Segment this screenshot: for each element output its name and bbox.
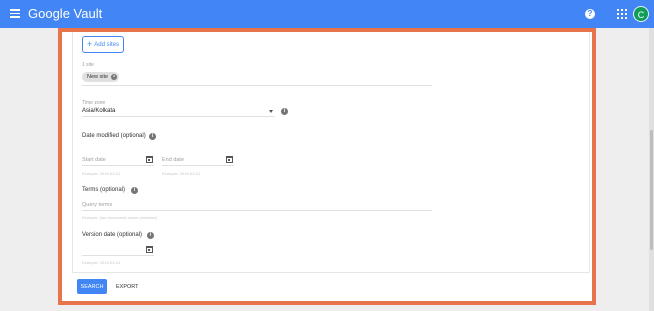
site-chip-label: New site [87, 74, 109, 80]
action-bar: SEARCH EXPORT [72, 272, 590, 301]
close-icon[interactable]: × [111, 74, 118, 80]
version-date-example: Example: 2019-03-31 [82, 260, 121, 265]
info-icon[interactable]: i [131, 187, 138, 194]
query-terms-example: Example: (tax document) minus (estimate) [82, 215, 158, 220]
terms-label: Terms (optional) [82, 187, 126, 193]
start-date-example: Example: 2019-03-01 [82, 171, 121, 176]
site-chip[interactable]: New site × [82, 72, 120, 82]
app-header: Google Vault ? C [0, 0, 654, 28]
site-count: 1 site [82, 62, 94, 68]
version-date-input[interactable] [82, 255, 154, 256]
calendar-icon[interactable] [146, 156, 153, 163]
add-sites-label: Add sites [94, 41, 119, 48]
query-terms-input[interactable]: Query terms [82, 202, 112, 208]
start-date-underline [82, 165, 154, 166]
search-form: + Add sites 1 site New site × Time zone … [72, 32, 590, 272]
help-icon[interactable]: ? [585, 9, 595, 19]
end-date-input[interactable]: End date [162, 157, 184, 163]
version-date-label: Version date (optional) [82, 232, 143, 238]
scrollbar-thumb[interactable] [650, 130, 653, 250]
start-date-input[interactable]: Start date [82, 157, 106, 163]
calendar-icon[interactable] [146, 246, 153, 253]
apps-grid-icon[interactable] [617, 9, 627, 19]
sites-divider [82, 85, 432, 86]
info-icon[interactable]: i [281, 108, 288, 115]
info-icon[interactable]: i [147, 232, 154, 239]
menu-icon[interactable] [10, 7, 22, 21]
info-icon[interactable]: i [149, 133, 156, 140]
timezone-label: Time zone [82, 100, 106, 106]
date-modified-label: Date modified (optional) [82, 133, 146, 139]
search-button[interactable]: SEARCH [77, 279, 107, 294]
end-date-underline [162, 165, 234, 166]
highlight-frame: + Add sites 1 site New site × Time zone … [58, 28, 596, 305]
plus-icon: + [87, 39, 93, 49]
add-sites-button[interactable]: + Add sites [82, 36, 124, 53]
timezone-underline [82, 116, 275, 117]
avatar[interactable]: C [633, 6, 649, 22]
export-button[interactable]: EXPORT [116, 279, 139, 294]
query-terms-underline [82, 210, 432, 211]
app-title: Google Vault [28, 6, 103, 21]
timezone-select[interactable]: Asia/Kolkata [82, 108, 115, 114]
end-date-example: Example: 2019-03-31 [162, 171, 201, 176]
chevron-down-icon[interactable] [269, 110, 273, 113]
left-gutter [0, 28, 58, 311]
calendar-icon[interactable] [226, 156, 233, 163]
